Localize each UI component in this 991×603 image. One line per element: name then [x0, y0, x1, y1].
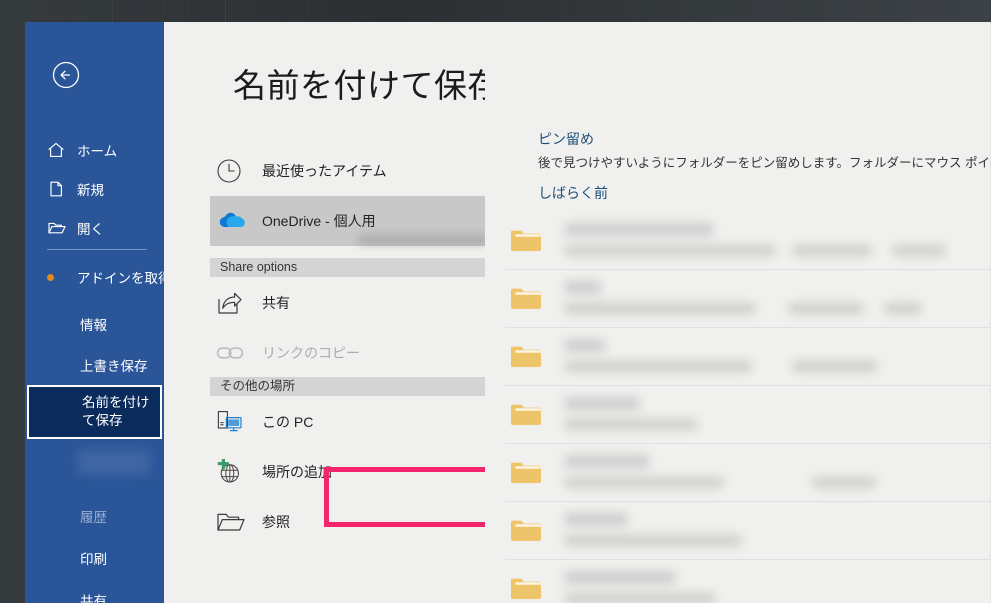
add-a-place-icon — [216, 459, 262, 485]
folder-list-item[interactable] — [505, 328, 991, 386]
sidebar-item-redacted[interactable] — [78, 450, 150, 474]
save-as-places-column: 名前を付けて保存 最近使ったアイテム OneDrive - 個人用 Share … — [164, 22, 582, 603]
sidebar-item-label: 開く — [77, 222, 104, 237]
folder-list-item[interactable] — [505, 212, 991, 270]
home-icon — [47, 141, 77, 159]
folder-list-item[interactable] — [505, 270, 991, 328]
folder-text-redacted — [565, 337, 991, 377]
orange-dot-icon — [47, 273, 54, 281]
back-arrow-icon[interactable] — [52, 61, 80, 89]
desktop-divider — [225, 0, 226, 22]
place-label: リンクのコピー — [262, 345, 360, 361]
share-icon — [216, 291, 262, 316]
folder-icon — [509, 285, 543, 312]
place-browse[interactable]: 参照 — [210, 497, 485, 547]
folder-text-redacted — [565, 221, 991, 261]
place-copy-link[interactable]: リンクのコピー — [210, 328, 485, 378]
folder-text-redacted — [565, 511, 991, 551]
folder-text-redacted — [565, 453, 991, 493]
place-label: 共有 — [262, 295, 290, 311]
place-add-a-place[interactable]: 場所の追加 — [210, 447, 485, 497]
clock-icon — [216, 158, 262, 184]
place-label: 場所の追加 — [262, 464, 332, 480]
sidebar-item-label: 新規 — [77, 183, 104, 198]
sidebar-item-label: 共有 — [80, 594, 107, 603]
sidebar-item-save[interactable]: 上書き保存 — [25, 351, 164, 379]
sidebar-item-label: 履歴 — [80, 510, 107, 525]
sidebar-item-new[interactable]: 新規 — [25, 174, 164, 204]
place-label: OneDrive - 個人用 — [262, 213, 376, 229]
place-this-pc[interactable]: この PC — [210, 397, 485, 447]
sidebar-divider — [47, 249, 147, 250]
folder-icon — [509, 401, 543, 428]
folder-text-redacted — [565, 279, 991, 319]
folder-list-item[interactable] — [505, 444, 991, 502]
sidebar-item-share[interactable]: 共有 — [25, 586, 164, 603]
folder-icon — [509, 227, 543, 254]
sidebar-item-label: 情報 — [80, 318, 107, 333]
sidebar-item-home[interactable]: ホーム — [25, 135, 164, 165]
section-header-share-options: Share options — [210, 258, 485, 277]
folder-list-item[interactable] — [505, 502, 991, 560]
link-icon — [216, 345, 262, 361]
place-label: この PC — [262, 414, 314, 430]
folder-text-redacted — [565, 569, 991, 603]
sidebar-item-label: 名前を付けて保存 — [82, 394, 150, 428]
sidebar-item-open[interactable]: 開く — [25, 213, 164, 243]
place-label: 最近使ったアイテム — [262, 163, 387, 179]
folder-icon — [509, 459, 543, 486]
browse-folder-icon — [216, 510, 262, 534]
recent-group-heading: しばらく前 — [538, 185, 608, 201]
sidebar-item-save-as[interactable]: 名前を付けて保存 — [27, 385, 162, 439]
place-recent[interactable]: 最近使ったアイテム — [210, 146, 485, 196]
place-label: 参照 — [262, 514, 290, 530]
section-header-other-locations: その他の場所 — [210, 377, 485, 396]
this-pc-icon — [216, 409, 262, 435]
onedrive-account-redacted — [359, 234, 487, 246]
folder-list-item[interactable] — [505, 386, 991, 444]
sidebar-item-history[interactable]: 履歴 — [25, 502, 164, 530]
sidebar-item-get-addins[interactable]: アドインを取得 — [25, 263, 172, 291]
recent-folders-panel: ピン留め 後で見つけやすいようにフォルダーをピン留めします。フォルダーにマウス … — [485, 22, 991, 603]
pinned-description: 後で見つけやすいようにフォルダーをピン留めします。フォルダーにマウス ポインター… — [538, 156, 991, 170]
sidebar-item-label: 印刷 — [80, 552, 107, 567]
folder-icon — [509, 575, 543, 602]
desktop-divider — [112, 0, 113, 22]
word-application-window: kyojyusya_shoumei_02.pdf - Word ホーム — [25, 22, 991, 603]
new-doc-icon — [47, 180, 77, 198]
backstage-sidebar: ホーム 新規 開く アドインを取得 情報 上書き保存 名前を付けて保存 履歴 印… — [25, 22, 172, 603]
open-folder-icon — [47, 219, 77, 237]
folder-list-item[interactable] — [505, 560, 991, 603]
folder-icon — [509, 517, 543, 544]
page-title: 名前を付けて保存 — [233, 67, 501, 104]
folder-icon — [509, 343, 543, 370]
sidebar-item-label: 上書き保存 — [80, 359, 148, 374]
folder-list — [505, 212, 991, 603]
folder-text-redacted — [565, 395, 991, 435]
place-share[interactable]: 共有 — [210, 278, 485, 328]
pinned-heading: ピン留め — [538, 131, 594, 147]
sidebar-item-label: アドインを取得 — [77, 271, 172, 286]
sidebar-item-label: ホーム — [77, 144, 118, 159]
sidebar-item-info[interactable]: 情報 — [25, 310, 164, 338]
onedrive-icon — [216, 210, 262, 232]
sidebar-item-print[interactable]: 印刷 — [25, 544, 164, 572]
